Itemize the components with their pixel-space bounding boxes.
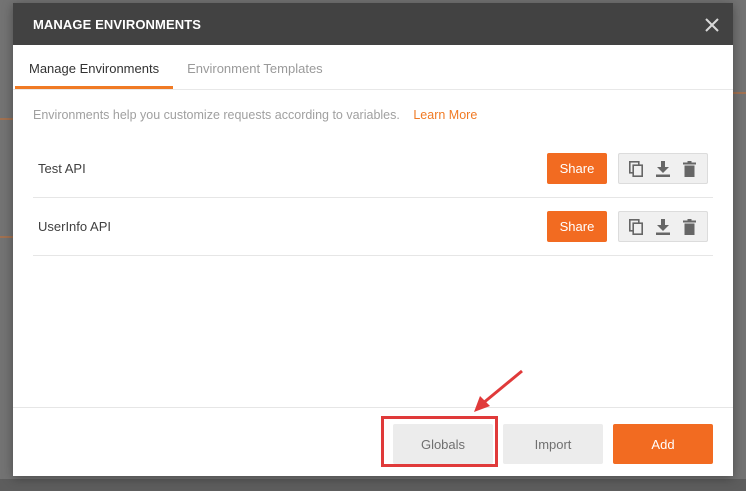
share-button[interactable]: Share [547, 153, 607, 184]
download-icon[interactable] [654, 218, 672, 236]
info-text-row: Environments help you customize requests… [13, 90, 733, 136]
download-icon[interactable] [654, 160, 672, 178]
duplicate-icon[interactable] [627, 218, 645, 236]
environment-row: Test API Share [33, 140, 713, 198]
tab-bar: Manage Environments Environment Template… [13, 45, 733, 90]
modal-footer: Globals Import Add [13, 407, 733, 476]
modal-header: MANAGE ENVIRONMENTS [13, 3, 733, 45]
background-accent-line [0, 236, 13, 238]
background-footer [0, 479, 746, 491]
share-button[interactable]: Share [547, 211, 607, 242]
environment-icon-group [618, 153, 708, 184]
close-icon[interactable] [705, 17, 719, 32]
globals-button[interactable]: Globals [393, 424, 493, 464]
manage-environments-modal: MANAGE ENVIRONMENTS Manage Environments … [13, 3, 733, 476]
background-accent-line [0, 118, 13, 120]
environment-name[interactable]: UserInfo API [38, 219, 111, 234]
environment-actions: Share [547, 211, 708, 242]
tab-environment-templates[interactable]: Environment Templates [173, 61, 337, 89]
environment-icon-group [618, 211, 708, 242]
environment-actions: Share [547, 153, 708, 184]
trash-icon[interactable] [681, 160, 699, 178]
environment-list: Test API Share UserInfo API Share [33, 140, 713, 256]
duplicate-icon[interactable] [627, 160, 645, 178]
learn-more-link[interactable]: Learn More [413, 108, 477, 122]
environment-row: UserInfo API Share [33, 198, 713, 256]
trash-icon[interactable] [681, 218, 699, 236]
add-button[interactable]: Add [613, 424, 713, 464]
environment-name[interactable]: Test API [38, 161, 86, 176]
import-button[interactable]: Import [503, 424, 603, 464]
modal-title: MANAGE ENVIRONMENTS [33, 16, 202, 32]
tab-manage-environments[interactable]: Manage Environments [15, 61, 174, 89]
background-accent-line [733, 92, 746, 94]
info-text: Environments help you customize requests… [33, 108, 400, 122]
